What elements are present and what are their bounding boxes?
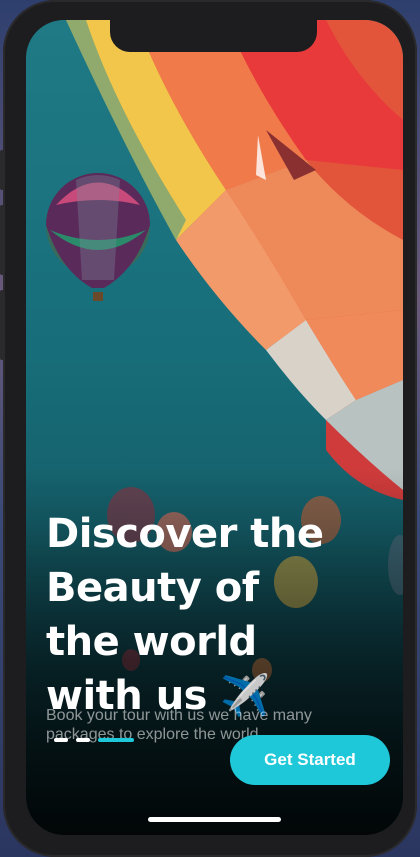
page-dot[interactable] (76, 738, 90, 742)
silent-switch (0, 150, 4, 190)
notch (110, 20, 317, 52)
volume-down-button (0, 290, 4, 360)
headline-line: Beauty of (46, 564, 259, 611)
headline: Discover the Beauty of the world with us… (46, 507, 376, 723)
get-started-button[interactable]: Get Started (230, 735, 390, 785)
onboarding-screen: Discover the Beauty of the world with us… (26, 20, 403, 835)
headline-line: Discover the (46, 510, 324, 557)
home-indicator[interactable] (148, 817, 281, 822)
headline-line: the world (46, 618, 257, 665)
page-dot[interactable] (54, 738, 68, 742)
page-indicator (54, 738, 134, 742)
page-dot-active[interactable] (98, 738, 134, 742)
phone-frame: Discover the Beauty of the world with us… (0, 0, 417, 857)
volume-up-button (0, 205, 4, 275)
